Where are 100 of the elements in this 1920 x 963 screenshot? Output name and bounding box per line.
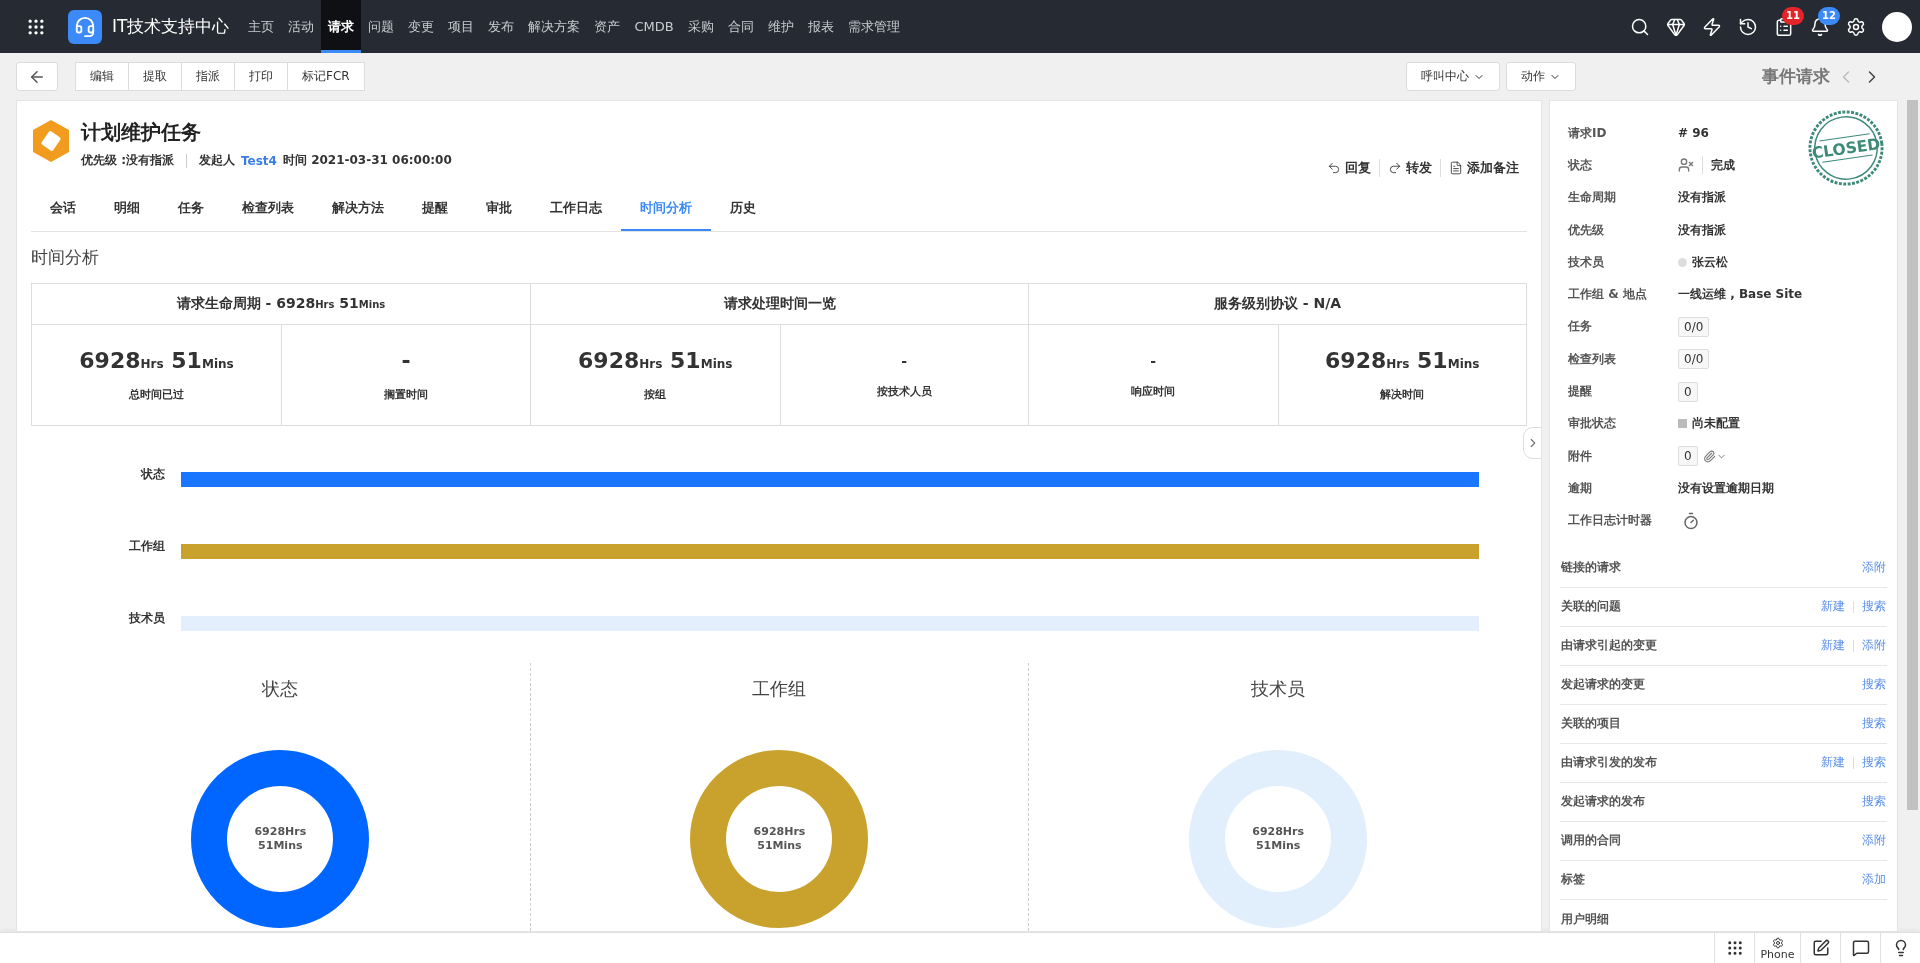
- tab[interactable]: 历史: [711, 187, 775, 231]
- search-icon[interactable]: [1630, 16, 1650, 37]
- scrollbar-thumb[interactable]: [1907, 100, 1918, 810]
- field-label: 附件: [1568, 447, 1593, 465]
- field-label: 生命周期: [1568, 189, 1617, 207]
- nav-item[interactable]: 维护: [760, 0, 801, 53]
- action-link[interactable]: 转发: [1379, 159, 1440, 177]
- tab[interactable]: 会话: [31, 187, 95, 231]
- field-value: 尚未配置: [1692, 415, 1740, 433]
- settings-icon[interactable]: [1846, 16, 1866, 37]
- forward-icon: [1388, 161, 1402, 175]
- field-value: 张云松: [1692, 253, 1728, 271]
- nav-item[interactable]: 报表: [800, 0, 841, 53]
- action-link[interactable]: 回复: [1319, 159, 1379, 177]
- dropdown-button[interactable]: 动作: [1506, 62, 1576, 91]
- field-label: 优先级: [1568, 221, 1605, 239]
- nav-item[interactable]: 活动: [281, 0, 322, 53]
- field-value: 完成: [1711, 156, 1735, 174]
- tab[interactable]: 提醒: [403, 187, 467, 231]
- count-value: 0/0: [1678, 316, 1710, 337]
- gem-icon[interactable]: [1666, 16, 1686, 37]
- compose-icon: [1811, 939, 1830, 957]
- reply-icon: [1327, 161, 1341, 175]
- tab[interactable]: 任务: [159, 187, 223, 231]
- count-badge: 12: [1818, 6, 1840, 25]
- duration-value: -: [1150, 352, 1157, 370]
- requester-link[interactable]: Test4: [241, 153, 277, 168]
- dropdown-button[interactable]: 呼叫中心: [1406, 62, 1500, 91]
- donut-center-label: 6928Hrs 51Mins: [1252, 825, 1305, 853]
- related-item-label: 由请求引起的变更: [1561, 637, 1657, 655]
- nav-item[interactable]: 采购: [680, 0, 721, 53]
- nav-item[interactable]: 需求管理: [840, 0, 907, 53]
- toolbar-button[interactable]: 标记FCR: [287, 62, 365, 91]
- dialpad-icon: [1725, 939, 1744, 957]
- field-value: 没有指派: [1678, 221, 1726, 239]
- related-item-label: 发起请求的发布: [1561, 793, 1645, 811]
- gear-icon: [1771, 936, 1784, 949]
- field-label: 任务: [1568, 318, 1593, 336]
- donut-title: 工作组: [752, 677, 807, 701]
- phone-button[interactable]: Phone: [1754, 933, 1800, 963]
- field-label: 提醒: [1568, 383, 1593, 400]
- toolbar-button[interactable]: 打印: [234, 62, 288, 91]
- priority-text: 优先级 :没有指派: [81, 152, 174, 169]
- timer-icon[interactable]: [1682, 511, 1700, 530]
- bar-label: 工作组: [128, 538, 165, 555]
- field-label: 工作组 & 地点: [1568, 286, 1648, 304]
- technician-dot: [1678, 257, 1687, 267]
- tab[interactable]: 明细: [95, 187, 159, 231]
- nav-item[interactable]: 变更: [401, 0, 442, 53]
- tab[interactable]: 检查列表: [223, 187, 313, 231]
- toolbar-button[interactable]: 提取: [128, 62, 182, 91]
- nav-item[interactable]: 发布: [481, 0, 522, 53]
- nav-item[interactable]: 资产: [587, 0, 628, 53]
- related-item-label: 标签: [1561, 871, 1585, 889]
- note-icon: [1449, 161, 1463, 175]
- count-value: 0: [1678, 381, 1698, 402]
- history-icon[interactable]: [1738, 16, 1758, 37]
- related-item-label: 关联的项目: [1561, 715, 1621, 733]
- closed-stamp: CLOSED: [1807, 109, 1885, 187]
- duration-value: -: [901, 352, 908, 370]
- summary-header: 服务级别协议 - N/A: [1029, 284, 1526, 325]
- section-title: 时间分析: [31, 246, 100, 269]
- related-item-label: 由请求引发的发布: [1561, 754, 1657, 772]
- back-button[interactable]: [16, 62, 58, 91]
- summary-header: 请求生命周期 - 6928Hrs 51Mins: [32, 284, 530, 325]
- count-value: 0: [1678, 446, 1698, 467]
- action-link[interactable]: 添加备注: [1440, 159, 1527, 177]
- user-avatar[interactable]: [1882, 11, 1912, 42]
- tab[interactable]: 审批: [467, 187, 531, 231]
- field-label: 检查列表: [1568, 350, 1617, 368]
- bar-label: 技术员: [128, 610, 165, 627]
- nav-item[interactable]: 主页: [241, 0, 282, 53]
- toolbar-button[interactable]: 指派: [181, 62, 235, 91]
- user-status-icon: [1678, 157, 1694, 174]
- ticket-hexagon-icon: [31, 119, 71, 163]
- tab[interactable]: 工作日志: [531, 187, 621, 231]
- duration-label: 按组: [644, 387, 667, 402]
- nav-item[interactable]: 合同: [720, 0, 761, 53]
- count-badge: 11: [1782, 6, 1804, 25]
- field-label: 技术员: [1568, 253, 1605, 271]
- field-value: 没有指派: [1678, 189, 1726, 207]
- paperclip-icon[interactable]: [1702, 449, 1716, 463]
- headset-logo-icon[interactable]: [68, 9, 102, 44]
- nav-item[interactable]: 解决方案: [521, 0, 588, 53]
- donut-title: 技术员: [1251, 677, 1306, 701]
- nav-item[interactable]: 问题: [361, 0, 402, 53]
- nav-item[interactable]: 项目: [441, 0, 482, 53]
- tab[interactable]: 时间分析: [621, 187, 711, 231]
- field-label: 逾期: [1568, 479, 1593, 497]
- tab[interactable]: 解决方法: [313, 187, 403, 231]
- summary-header: 请求处理时间一览: [531, 284, 1028, 325]
- related-item-label: 链接的请求: [1561, 559, 1621, 577]
- toolbar-button[interactable]: 编辑: [75, 62, 129, 91]
- record-type-title: 事件请求: [1762, 65, 1830, 88]
- lightning-icon[interactable]: [1702, 16, 1722, 37]
- nav-item[interactable]: 请求: [321, 0, 362, 53]
- field-value: 一线运维 , Base Site: [1678, 286, 1803, 304]
- duration-value: 6928Hrs 51Mins: [79, 348, 234, 373]
- related-item-label: 关联的问题: [1561, 598, 1621, 616]
- nav-item[interactable]: CMDB: [627, 0, 681, 53]
